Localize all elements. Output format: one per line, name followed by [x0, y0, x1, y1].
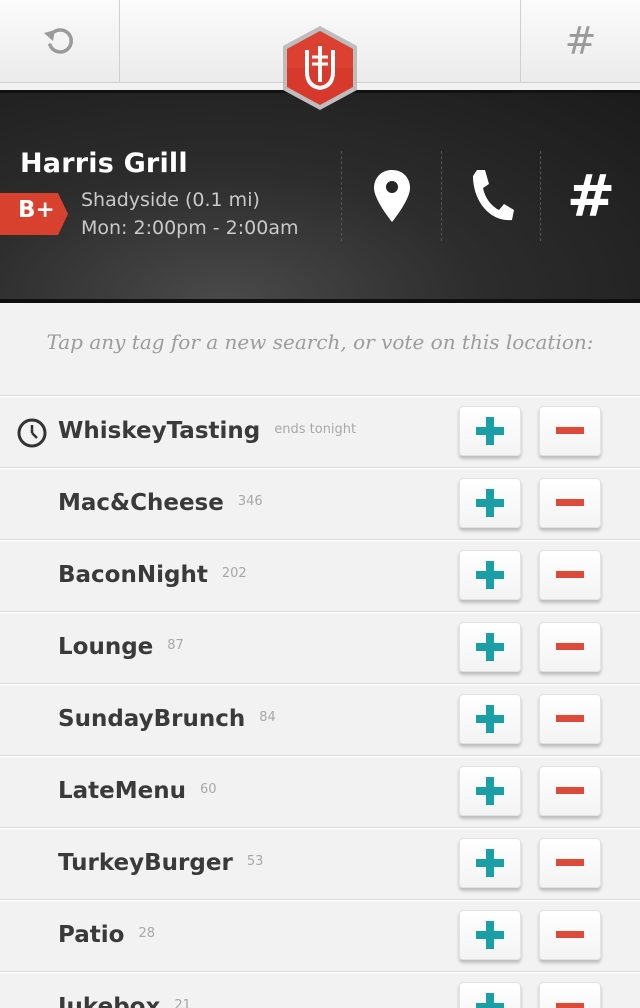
call-button[interactable] — [441, 151, 542, 241]
tag-name: WhiskeyTasting ends tonight — [58, 418, 357, 444]
downvote-button[interactable] — [539, 550, 601, 600]
venue-header: Harris Grill B+ Shadyside (0.1 mi) Mon: … — [0, 90, 640, 303]
downvote-button[interactable] — [539, 910, 601, 960]
tag-row[interactable]: SundayBrunch 84 — [0, 683, 640, 755]
refresh-icon — [43, 28, 73, 54]
tag-name: Patio 28 — [58, 922, 155, 948]
upvote-button[interactable] — [459, 982, 521, 1008]
tag-count: 28 — [138, 926, 155, 941]
venue-shield-logo[interactable] — [279, 24, 361, 112]
hash-icon: # — [566, 162, 616, 230]
tag-count: ends tonight — [274, 422, 357, 437]
clock-icon — [17, 418, 47, 448]
plus-icon — [476, 993, 504, 1008]
plus-icon — [476, 777, 504, 805]
tag-count: 346 — [237, 494, 263, 509]
tag-count: 202 — [221, 566, 247, 581]
downvote-button[interactable] — [539, 766, 601, 816]
tag-name: Mac&Cheese 346 — [58, 490, 263, 516]
upvote-button[interactable] — [459, 478, 521, 528]
upvote-button[interactable] — [459, 838, 521, 888]
grade-badge: B+ — [18, 197, 55, 223]
upvote-button[interactable] — [459, 622, 521, 672]
venue-hours: Mon: 2:00pm - 2:00am — [81, 217, 299, 239]
tag-count: 21 — [174, 998, 191, 1008]
tag-count: 87 — [167, 638, 184, 653]
minus-icon — [556, 787, 584, 794]
tag-row[interactable]: Mac&Cheese 346 — [0, 467, 640, 539]
tag-row[interactable]: BaconNight 202 — [0, 539, 640, 611]
downvote-button[interactable] — [539, 406, 601, 456]
vote-instruction: Tap any tag for a new search, or vote on… — [46, 330, 594, 354]
tag-row[interactable]: TurkeyBurger 53 — [0, 827, 640, 899]
downvote-button[interactable] — [539, 694, 601, 744]
minus-icon — [556, 427, 584, 434]
plus-icon — [476, 921, 504, 949]
tag-count: 84 — [259, 710, 276, 725]
tag-row[interactable]: LateMenu 60 — [0, 755, 640, 827]
plus-icon — [476, 417, 504, 445]
tag-name: LateMenu 60 — [58, 778, 217, 804]
minus-icon — [556, 931, 584, 938]
plus-icon — [476, 561, 504, 589]
hash-icon: # — [564, 19, 597, 63]
minus-icon — [556, 715, 584, 722]
minus-icon — [556, 859, 584, 866]
plus-icon — [476, 849, 504, 877]
hash-button[interactable]: # — [540, 151, 640, 241]
tag-row[interactable]: Lounge 87 — [0, 611, 640, 683]
minus-icon — [556, 499, 584, 506]
tag-row[interactable]: Patio 28 — [0, 899, 640, 971]
tag-count: 53 — [246, 854, 264, 869]
minus-icon — [556, 643, 584, 650]
upvote-button[interactable] — [459, 406, 521, 456]
tag-row[interactable]: Jukebox 21 — [0, 971, 640, 1008]
map-pin-icon — [374, 170, 410, 222]
tag-name: Jukebox 21 — [58, 994, 191, 1008]
tag-name: Lounge 87 — [58, 634, 184, 660]
downvote-button[interactable] — [539, 838, 601, 888]
downvote-button[interactable] — [539, 982, 601, 1008]
upvote-button[interactable] — [459, 550, 521, 600]
minus-icon — [556, 571, 584, 578]
tag-name: TurkeyBurger 53 — [58, 850, 264, 876]
upvote-button[interactable] — [459, 910, 521, 960]
phone-icon — [473, 170, 514, 221]
tag-name: SundayBrunch 84 — [58, 706, 276, 732]
plus-icon — [476, 489, 504, 517]
refresh-button[interactable] — [0, 0, 119, 82]
upvote-button[interactable] — [459, 694, 521, 744]
plus-icon — [476, 633, 504, 661]
tag-name: BaconNight 202 — [58, 562, 247, 588]
tag-row[interactable]: WhiskeyTasting ends tonight — [0, 395, 640, 467]
minus-icon — [556, 1003, 584, 1008]
upvote-button[interactable] — [459, 766, 521, 816]
downvote-button[interactable] — [539, 478, 601, 528]
plus-icon — [476, 705, 504, 733]
hash-search-button[interactable]: # — [521, 0, 640, 82]
venue-neighborhood: Shadyside (0.1 mi) — [81, 189, 260, 211]
venue-name: Harris Grill — [20, 148, 188, 179]
downvote-button[interactable] — [539, 622, 601, 672]
tag-count: 60 — [200, 782, 217, 797]
map-button[interactable] — [341, 151, 442, 241]
